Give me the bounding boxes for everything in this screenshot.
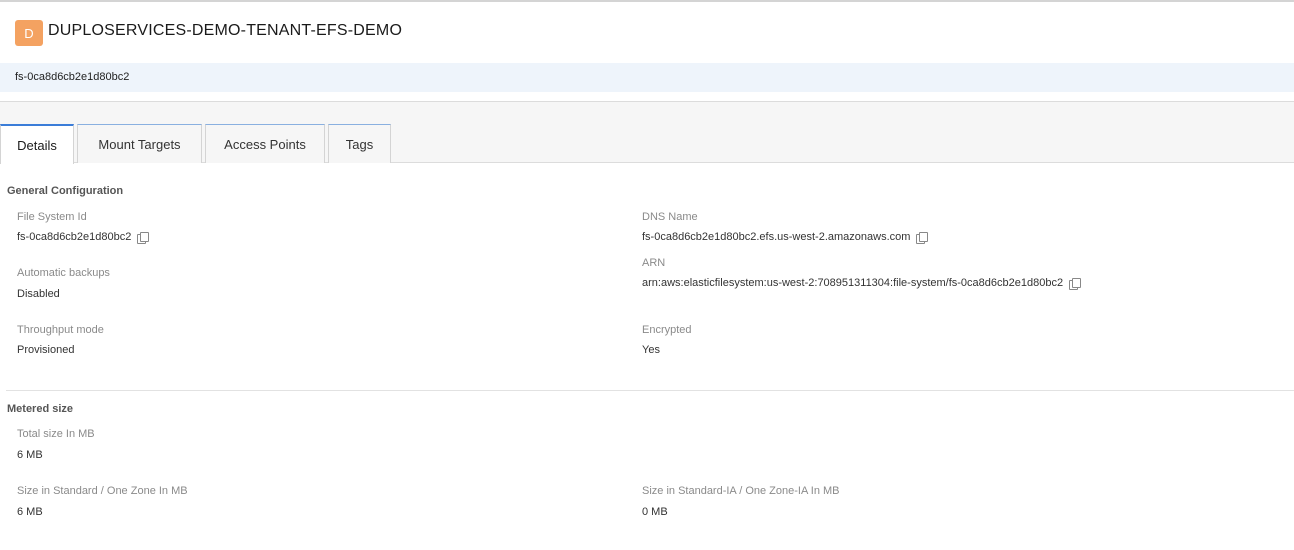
automatic-backups-label: Automatic backups [17, 267, 110, 279]
copy-icon[interactable] [137, 231, 150, 244]
copy-icon[interactable] [916, 231, 929, 244]
standard-size-label: Size in Standard / One Zone In MB [17, 485, 188, 497]
throughput-mode-label: Throughput mode [17, 324, 104, 336]
tab-tags[interactable]: Tags [328, 124, 391, 163]
dns-name-text: fs-0ca8d6cb2e1d80bc2.efs.us-west-2.amazo… [642, 231, 911, 243]
standard-ia-size-label: Size in Standard-IA / One Zone-IA In MB [642, 485, 840, 497]
automatic-backups-value: Disabled [17, 288, 60, 300]
tenant-avatar: D [15, 20, 43, 46]
general-configuration-title: General Configuration [7, 185, 124, 197]
tab-access-points[interactable]: Access Points [205, 124, 325, 163]
standard-size-value: 6 MB [17, 506, 43, 518]
tab-details[interactable]: Details [0, 124, 74, 164]
arn-text: arn:aws:elasticfilesystem:us-west-2:7089… [642, 277, 1064, 289]
tab-mount-targets[interactable]: Mount Targets [77, 124, 202, 163]
copy-icon[interactable] [1069, 277, 1082, 290]
file-system-id-value: fs-0ca8d6cb2e1d80bc2 [17, 231, 150, 244]
standard-ia-size-value: 0 MB [642, 506, 668, 518]
total-size-label: Total size In MB [17, 428, 95, 440]
resource-id: fs-0ca8d6cb2e1d80bc2 [15, 71, 130, 83]
encrypted-label: Encrypted [642, 324, 692, 336]
dns-name-label: DNS Name [642, 211, 698, 223]
page-title: DUPLOSERVICES-DEMO-TENANT-EFS-DEMO [48, 22, 403, 39]
dns-name-value: fs-0ca8d6cb2e1d80bc2.efs.us-west-2.amazo… [642, 231, 929, 244]
arn-label: ARN [642, 257, 666, 269]
file-system-id-label: File System Id [17, 211, 87, 223]
section-divider [6, 390, 1294, 391]
resource-id-bar: fs-0ca8d6cb2e1d80bc2 [0, 63, 1294, 92]
page-header: D DUPLOSERVICES-DEMO-TENANT-EFS-DEMO [0, 2, 1294, 63]
total-size-value: 6 MB [17, 449, 43, 461]
throughput-mode-value: Provisioned [17, 344, 75, 356]
arn-value: arn:aws:elasticfilesystem:us-west-2:7089… [642, 277, 1082, 290]
metered-size-title: Metered size [7, 403, 74, 415]
encrypted-value: Yes [642, 344, 660, 356]
file-system-id-text: fs-0ca8d6cb2e1d80bc2 [17, 231, 132, 243]
